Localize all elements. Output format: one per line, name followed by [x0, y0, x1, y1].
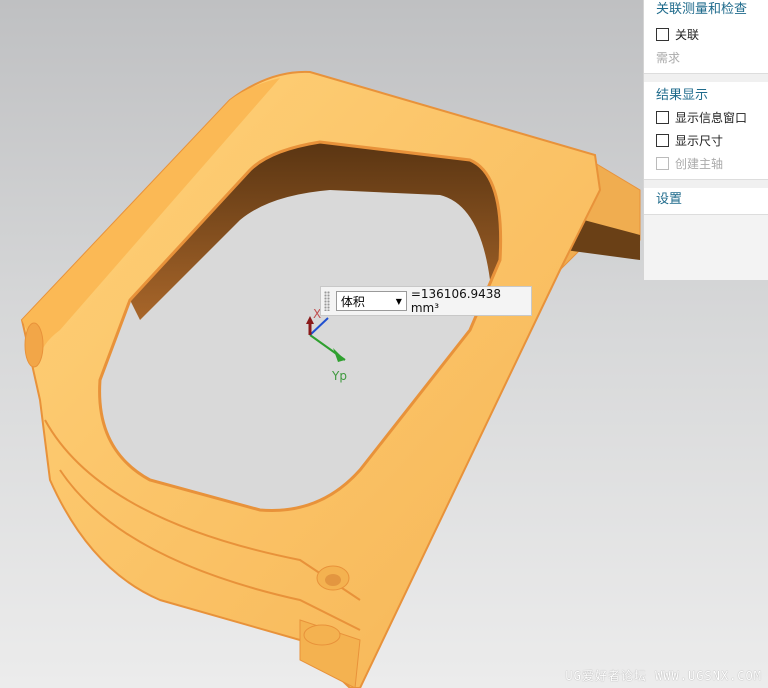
associative-checkbox[interactable]: 关联 — [656, 23, 768, 46]
measure-dialog-panel: 关联测量和检查 关联 需求 结果显示 显示信息窗口 显示尺寸 创建主轴 设置 — [643, 0, 768, 280]
checkbox-icon — [656, 28, 669, 41]
associative-label: 关联 — [675, 28, 700, 42]
measure-value: =136106.9438 mm³ — [410, 287, 502, 315]
create-principal-axis-checkbox: 创建主轴 — [656, 152, 768, 175]
measurement-readout: 体积 ▼ =136106.9438 mm³ — [320, 286, 532, 316]
show-dimension-label: 显示尺寸 — [675, 134, 724, 148]
checkbox-icon — [656, 111, 669, 124]
chevron-down-icon: ▼ — [395, 296, 402, 306]
measure-type-dropdown[interactable]: 体积 ▼ — [335, 291, 407, 311]
triad-y-label: Yp — [332, 369, 347, 383]
watermark: UG爱好者论坛 WWW.UGSNX.COM — [565, 669, 762, 683]
section-settings-title[interactable]: 设置 — [656, 188, 768, 210]
section-associative-title[interactable]: 关联测量和检查 — [656, 0, 768, 20]
checkbox-icon — [656, 157, 669, 170]
show-dimension-checkbox[interactable]: 显示尺寸 — [656, 129, 768, 152]
show-info-window-label: 显示信息窗口 — [675, 111, 748, 125]
checkbox-icon — [656, 134, 669, 147]
create-principal-axis-label: 创建主轴 — [675, 157, 724, 171]
show-info-window-checkbox[interactable]: 显示信息窗口 — [656, 106, 768, 129]
part-body[interactable] — [20, 70, 641, 688]
requirement-label: 需求 — [656, 51, 681, 65]
section-results-title[interactable]: 结果显示 — [656, 82, 768, 106]
measure-type-value: 体积 — [340, 294, 365, 309]
drag-handle[interactable] — [324, 291, 330, 311]
